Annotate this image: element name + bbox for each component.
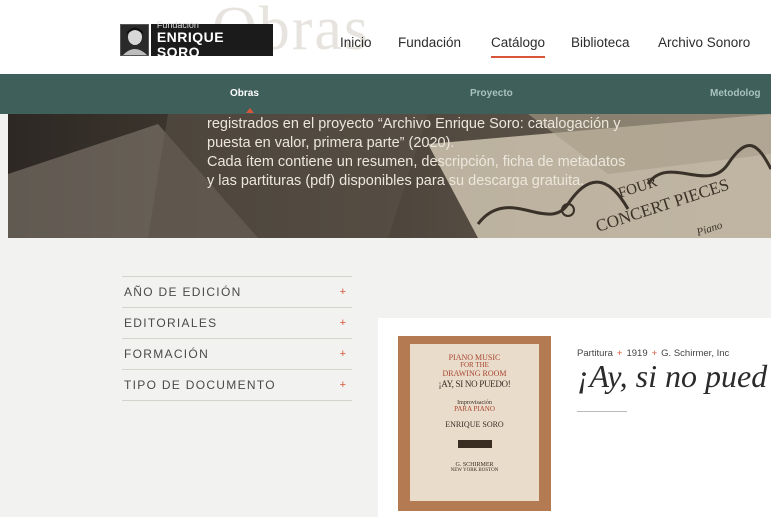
cover-text: DRAWING ROOM xyxy=(442,368,507,378)
nav-catalogo[interactable]: Catálogo xyxy=(491,35,546,58)
logo-portrait-icon xyxy=(120,24,149,56)
active-caret-icon xyxy=(246,108,254,113)
result-title-link[interactable]: ¡Ay, si no pued xyxy=(577,358,767,395)
cover-composer: ENRIQUE SORO xyxy=(445,420,504,430)
hero-text-line-4: y las partituras (pdf) disponibles para … xyxy=(207,173,585,189)
cover-emblem-icon xyxy=(457,439,492,448)
cover-text: PARA PIANO xyxy=(454,404,495,413)
subnav-obras[interactable]: Obras xyxy=(230,88,259,99)
nav-biblioteca[interactable]: Biblioteca xyxy=(571,35,630,50)
hero-text-line-2: puesta en valor, primera parte” (2020). xyxy=(207,135,455,151)
filter-label: AÑO DE EDICIÓN xyxy=(124,285,242,299)
subnav-proyecto[interactable]: Proyecto xyxy=(470,88,513,99)
filter-sidebar: AÑO DE EDICIÓN + EDITORIALES + FORMACIÓN… xyxy=(122,276,352,401)
filter-formacion[interactable]: FORMACIÓN + xyxy=(122,338,352,369)
hero-banner: FOUR CONCERT PIECES Piano registrados en… xyxy=(8,114,771,238)
filter-label: TIPO DE DOCUMENTO xyxy=(124,378,276,392)
logo-big-text: ENRIQUE SORO xyxy=(156,29,225,60)
cover-inner: PIANO MUSIC FOR THE DRAWING ROOM ¡AY, SI… xyxy=(410,344,539,501)
title-divider xyxy=(577,411,627,412)
expand-plus-icon[interactable]: + xyxy=(340,379,346,391)
hero-text-line-1: registrados en el proyecto “Archivo Enri… xyxy=(207,116,621,132)
expand-plus-icon[interactable]: + xyxy=(340,348,346,360)
filter-ano-edicion[interactable]: AÑO DE EDICIÓN + xyxy=(122,276,352,307)
nav-inicio[interactable]: Inicio xyxy=(340,35,372,50)
expand-plus-icon[interactable]: + xyxy=(340,286,346,298)
site-logo[interactable]: Fundación ENRIQUE SORO xyxy=(120,20,273,60)
filter-label: EDITORIALES xyxy=(124,316,218,330)
cover-title: ¡AY, SI NO PUEDO! xyxy=(438,379,511,390)
nav-fundacion[interactable]: Fundación xyxy=(398,35,461,50)
nav-archivo-sonoro[interactable]: Archivo Sonoro xyxy=(658,35,750,50)
subnav-metodologia[interactable]: Metodolog xyxy=(710,88,761,99)
logo-wordmark: Fundación ENRIQUE SORO xyxy=(150,20,273,60)
score-cover-image[interactable]: PIANO MUSIC FOR THE DRAWING ROOM ¡AY, SI… xyxy=(398,336,551,511)
catalog-subnav: Obras Proyecto Metodolog xyxy=(0,74,771,114)
filter-tipo-documento[interactable]: TIPO DE DOCUMENTO + xyxy=(122,369,352,401)
cover-cities: NEW YORK BOSTON xyxy=(450,467,499,473)
filter-editoriales[interactable]: EDITORIALES + xyxy=(122,307,352,338)
hero-text-line-3: Cada ítem contiene un resumen, descripci… xyxy=(207,154,626,170)
expand-plus-icon[interactable]: + xyxy=(340,317,346,329)
filter-label: FORMACIÓN xyxy=(124,347,210,361)
site-header: Obras Fundación ENRIQUE SORO Inicio Fund… xyxy=(0,0,771,74)
result-card[interactable]: PIANO MUSIC FOR THE DRAWING ROOM ¡AY, SI… xyxy=(378,318,771,517)
